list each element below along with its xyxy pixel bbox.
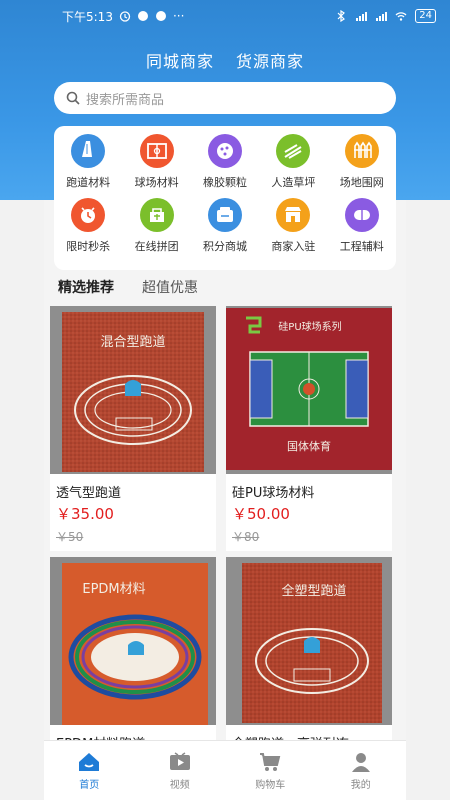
tab-source-merchants[interactable]: 货源商家 [236,48,304,72]
product-image-subtext: 国体体育 [287,439,331,453]
category-label: 橡胶颗粒 [202,176,247,189]
product-card[interactable]: 全塑型跑道 全塑跑道、高弹耐冻 [226,557,392,740]
category-label: 工程辅料 [339,240,384,253]
alarm-icon [119,11,131,22]
tab-home[interactable]: 首页 [59,751,119,791]
category-label: 在线拼团 [134,240,179,253]
product-name: 全塑跑道、高弹耐冻 [226,725,392,740]
signal-icon [356,12,368,21]
product-name: 硅PU球场材料 [232,486,315,501]
category-item[interactable]: 在线拼团 [122,198,190,254]
category-card: 跑道材料 球场材料 橡胶颗粒 人造草坪 场地围网限时秒杀 在线拼团 积分商城 商家入驻 工程辅料 [54,126,396,270]
product-image-text: 混合型跑道 [100,335,165,350]
product-original-price: ￥50 [56,530,84,544]
battery-indicator: 24 [415,9,436,23]
category-item[interactable]: 橡胶颗粒 [191,134,259,190]
bluetooth-icon [337,10,346,22]
tab-cart[interactable]: 购物车 [240,751,300,791]
tab-deals[interactable]: 超值优惠 [142,277,198,297]
category-item[interactable]: 人造草坪 [259,134,327,190]
supplies-icon [344,198,379,232]
wifi-icon [395,12,407,21]
category-label: 积分商城 [202,240,247,253]
user-icon [351,752,370,772]
points-icon [207,198,242,232]
bottom-tab-bar: 首页 视频 购物车 我的 [44,740,406,800]
shop-icon [276,198,311,232]
product-image: 全塑型跑道 [226,557,392,725]
product-list: 混合型跑道 透气型跑道 ￥35.00 ￥50 硅PU球场系列 国体体育 硅PU球… [50,306,394,740]
status-bar: 下午5:13 ··· 24 [0,0,450,32]
cart-icon [260,752,281,771]
fence-icon [344,134,379,168]
product-card[interactable]: 混合型跑道 透气型跑道 ￥35.00 ￥50 [50,306,216,551]
category-item[interactable]: 积分商城 [191,198,259,254]
category-item[interactable]: 球场材料 [122,134,190,190]
app-notification-icon [137,11,148,21]
category-label: 人造草坪 [271,176,316,189]
product-name: EPDM材料跑道 [50,725,216,740]
category-label: 限时秒杀 [66,240,111,253]
court-icon [139,134,174,168]
category-label: 球场材料 [134,176,179,189]
more-notifications-icon: ··· [172,9,185,23]
category-item[interactable]: 工程辅料 [328,198,396,254]
product-price: ￥50.00 [232,505,290,523]
video-icon [169,751,190,770]
search-icon [66,91,80,105]
clock-icon [71,198,106,232]
category-label: 场地围网 [339,176,384,189]
category-label: 跑道材料 [66,176,111,189]
product-card[interactable]: EPDM材料 EPDM材料跑道 [50,557,216,740]
tab-profile[interactable]: 我的 [331,751,391,791]
product-card[interactable]: 硅PU球场系列 国体体育 硅PU球场材料 ￥50.00 ￥80 [226,306,392,551]
signal-icon [376,12,388,21]
category-item[interactable]: 商家入驻 [259,198,327,254]
category-item[interactable]: 场地围网 [328,134,396,190]
home-icon [79,752,100,771]
granule-icon [207,134,242,168]
merchant-tabs: 同城商家 货源商家 [0,48,450,72]
product-image-text: 全塑型跑道 [281,583,346,599]
product-image: 混合型跑道 [50,306,216,474]
category-label: 商家入驻 [271,240,316,253]
product-image: 硅PU球场系列 国体体育 [226,306,392,474]
search-bar[interactable]: 搜索所需商品 [54,82,396,114]
tab-video[interactable]: 视频 [150,751,210,791]
category-item[interactable]: 限时秒杀 [54,198,122,254]
product-image-text: EPDM材料 [82,582,145,597]
category-item[interactable]: 跑道材料 [54,134,122,190]
tab-local-merchants[interactable]: 同城商家 [146,48,214,72]
product-price: ￥35.00 [56,505,114,523]
section-tabs: 精选推荐 超值优惠 [54,272,396,302]
status-time: 下午5:13 [62,9,113,24]
product-name: 透气型跑道 [56,486,122,501]
tab-label: 首页 [79,779,100,791]
tab-featured[interactable]: 精选推荐 [58,277,114,297]
product-image-text: 硅PU球场系列 [278,320,341,333]
track-icon [71,134,106,168]
search-placeholder: 搜索所需商品 [86,92,165,108]
group-icon [139,198,174,232]
tab-label: 视频 [169,779,190,791]
tab-label: 购物车 [255,779,286,791]
tab-label: 我的 [350,779,371,791]
product-image: EPDM材料 [50,557,216,725]
turf-icon [276,134,311,168]
product-original-price: ￥80 [232,530,260,544]
app-notification-icon [155,11,166,21]
